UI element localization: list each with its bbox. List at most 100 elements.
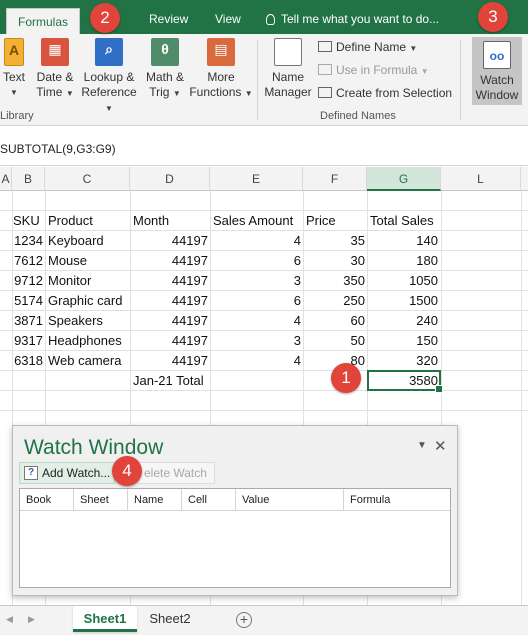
table-cell[interactable]: 5174	[12, 291, 43, 311]
table-cell[interactable]: 35	[303, 231, 365, 251]
table-cell[interactable]: Graphic card	[48, 291, 122, 311]
chevron-down-icon: ▼	[105, 104, 113, 113]
table-cell[interactable]: 44197	[130, 351, 208, 371]
ribbon-separator	[257, 40, 258, 120]
column-header-d[interactable]: D	[130, 167, 210, 191]
scroll-left-icon[interactable]: ◀	[6, 614, 13, 625]
delete-watch-button[interactable]: elete Watch	[137, 462, 215, 484]
table-cell[interactable]: 6	[210, 291, 301, 311]
table-cell[interactable]: Headphones	[48, 331, 122, 351]
ribbon-separator	[460, 40, 461, 120]
table-cell[interactable]: Mouse	[48, 251, 87, 271]
table-cell[interactable]: 6318	[12, 351, 43, 371]
table-cell[interactable]: 1050	[367, 271, 438, 291]
text-function-icon: A	[4, 38, 24, 66]
table-cell[interactable]: 44197	[130, 251, 208, 271]
table-cell[interactable]: 30	[303, 251, 365, 271]
watch-window-button[interactable]: oo Watch Window	[472, 37, 522, 105]
tell-me-search[interactable]: Tell me what you want to do...	[266, 6, 439, 32]
chevron-down-icon[interactable]: ▼	[417, 440, 427, 451]
math-trig-button[interactable]: θ Math & Trig ▼	[142, 38, 188, 101]
column-header-e[interactable]: E	[210, 167, 303, 191]
ribbon-tab-bar: Formulas Review View Tell me what you wa…	[0, 0, 528, 34]
table-cell[interactable]: 350	[303, 271, 365, 291]
table-cell[interactable]: Monitor	[48, 271, 91, 291]
table-cell[interactable]: 180	[367, 251, 438, 271]
tab-formulas[interactable]: Formulas	[6, 8, 80, 34]
define-name-label: Define Name	[336, 40, 407, 54]
header-cell-total-sales[interactable]: Total Sales	[370, 211, 434, 231]
column-header-blank	[521, 167, 528, 191]
table-cell[interactable]: Web camera	[48, 351, 121, 371]
name-manager-label-1: Name	[271, 70, 304, 84]
table-cell[interactable]: 44197	[130, 311, 208, 331]
watch-column-cell[interactable]: Cell	[182, 489, 236, 511]
more-functions-button[interactable]: ▤ More Functions ▼	[189, 38, 253, 101]
formula-bar[interactable]: SUBTOTAL(9,G3:G9)	[0, 126, 528, 166]
sheet-tab-sheet2[interactable]: Sheet2	[139, 606, 201, 632]
table-cell[interactable]: 4	[210, 351, 301, 371]
close-icon[interactable]: ✕	[434, 437, 447, 455]
table-cell[interactable]: 4	[210, 231, 301, 251]
watch-column-value[interactable]: Value	[236, 489, 344, 511]
table-cell[interactable]: 3	[210, 331, 301, 351]
column-header-a[interactable]: A	[0, 167, 12, 191]
defined-names-group-label: Defined Names	[320, 110, 396, 122]
table-cell[interactable]: 1500	[367, 291, 438, 311]
use-in-formula-button[interactable]: Use in Formula ▼	[318, 61, 429, 79]
formula-text[interactable]: SUBTOTAL(9,G3:G9)	[0, 142, 116, 156]
add-watch-button[interactable]: ? Add Watch...	[19, 462, 115, 484]
column-header-l[interactable]: L	[441, 167, 521, 191]
tab-review[interactable]: Review	[141, 6, 196, 32]
header-cell-product[interactable]: Product	[48, 211, 93, 231]
table-cell[interactable]: 9317	[12, 331, 43, 351]
table-cell[interactable]: 44197	[130, 291, 208, 311]
table-cell[interactable]: 9712	[12, 271, 43, 291]
watch-list[interactable]: Book Sheet Name Cell Value Formula	[19, 488, 451, 588]
define-name-button[interactable]: Define Name ▼	[318, 38, 417, 56]
watch-column-formula[interactable]: Formula	[344, 489, 450, 511]
lookup-reference-button[interactable]: ⌕ Lookup & Reference ▼	[80, 38, 138, 116]
watch-column-book[interactable]: Book	[20, 489, 74, 511]
text-functions-button[interactable]: A Text ▼	[0, 38, 28, 100]
create-from-selection-button[interactable]: Create from Selection	[318, 84, 452, 102]
table-cell[interactable]: 320	[367, 351, 438, 371]
column-header-b[interactable]: B	[12, 167, 45, 191]
table-cell[interactable]: Keyboard	[48, 231, 104, 251]
table-cell[interactable]: 3	[210, 271, 301, 291]
sheet-tab-sheet1[interactable]: Sheet1	[73, 606, 137, 632]
table-cell[interactable]: 250	[303, 291, 365, 311]
table-cell[interactable]: 240	[367, 311, 438, 331]
total-label-cell[interactable]: Jan-21 Total	[133, 371, 204, 391]
header-cell-sku[interactable]: SKU	[13, 211, 40, 231]
table-cell[interactable]: 4	[210, 311, 301, 331]
column-header-c[interactable]: C	[45, 167, 130, 191]
scroll-right-icon[interactable]: ▶	[28, 614, 35, 625]
callout-badge-4: 4	[112, 456, 142, 486]
gridline	[0, 410, 528, 411]
name-manager-button[interactable]: Name Manager	[262, 38, 314, 100]
header-cell-price[interactable]: Price	[306, 211, 336, 231]
table-cell[interactable]: 140	[367, 231, 438, 251]
table-cell[interactable]: Speakers	[48, 311, 103, 331]
table-cell[interactable]: 6	[210, 251, 301, 271]
table-cell[interactable]: 44197	[130, 271, 208, 291]
add-sheet-icon[interactable]: +	[236, 612, 252, 628]
table-cell[interactable]: 3871	[12, 311, 43, 331]
column-header-f[interactable]: F	[303, 167, 367, 191]
watch-column-name[interactable]: Name	[128, 489, 182, 511]
table-cell[interactable]: 44197	[130, 231, 208, 251]
table-cell[interactable]: 44197	[130, 331, 208, 351]
tab-view[interactable]: View	[207, 6, 249, 32]
table-cell[interactable]: 1234	[12, 231, 43, 251]
table-cell[interactable]: 150	[367, 331, 438, 351]
header-cell-month[interactable]: Month	[133, 211, 169, 231]
table-cell[interactable]: 7612	[12, 251, 43, 271]
total-value-cell[interactable]: 3580	[367, 371, 438, 391]
table-cell[interactable]: 50	[303, 331, 365, 351]
table-cell[interactable]: 60	[303, 311, 365, 331]
header-cell-sales-amount[interactable]: Sales Amount	[213, 211, 293, 231]
column-header-g[interactable]: G	[367, 167, 441, 191]
watch-column-sheet[interactable]: Sheet	[74, 489, 128, 511]
date-time-button[interactable]: ▦ Date & Time ▼	[34, 38, 76, 101]
